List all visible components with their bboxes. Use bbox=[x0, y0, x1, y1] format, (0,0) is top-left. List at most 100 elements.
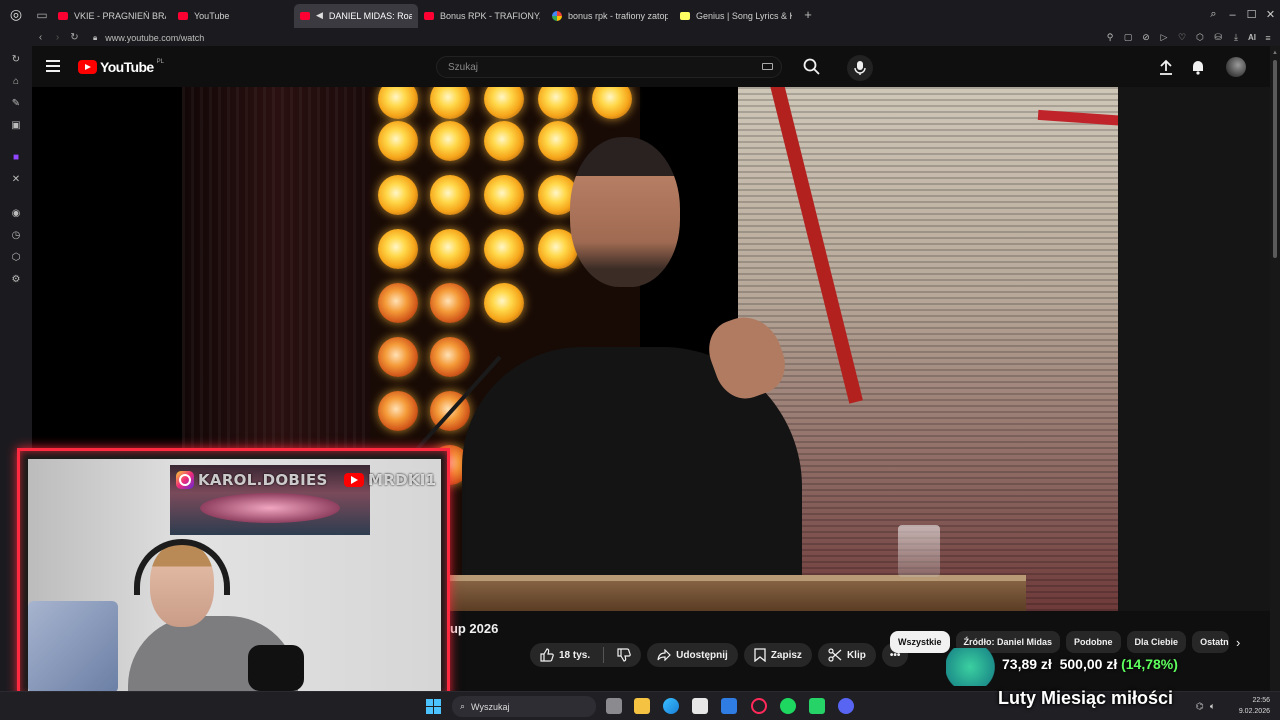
speed-dial-icon[interactable]: ↻ bbox=[10, 54, 22, 66]
youtube-handle: MRDKI1 bbox=[368, 471, 437, 489]
minimize-icon[interactable]: – bbox=[1223, 9, 1242, 21]
donation-amount: 73,89 zł bbox=[1002, 656, 1052, 672]
url-text: www.youtube.com/watch bbox=[105, 32, 205, 43]
notifications-button[interactable] bbox=[1189, 58, 1207, 76]
outlook-icon[interactable] bbox=[721, 698, 737, 714]
search-button[interactable] bbox=[802, 57, 822, 77]
upload-button[interactable] bbox=[1157, 58, 1175, 76]
bookmark-icon bbox=[754, 648, 766, 662]
opera-menu-icon[interactable]: ◎ bbox=[0, 0, 32, 29]
like-divider bbox=[603, 647, 605, 663]
microphone-icon bbox=[854, 61, 866, 75]
download-icon[interactable]: ⤓ bbox=[1230, 32, 1242, 43]
share-icon bbox=[657, 649, 671, 661]
forward-icon[interactable]: › bbox=[49, 32, 66, 43]
clip-label: Klip bbox=[846, 649, 866, 661]
page-scrollbar[interactable]: ▲ bbox=[1270, 46, 1280, 691]
like-button[interactable]: 18 tys. bbox=[530, 643, 642, 667]
browser-tab[interactable]: Genius | Song Lyrics & Kno bbox=[674, 4, 798, 28]
mail-icon[interactable]: ▣ bbox=[10, 120, 22, 132]
browser-tab[interactable]: YouTube bbox=[172, 4, 294, 28]
search-input[interactable]: Szukaj bbox=[436, 56, 782, 78]
url-field[interactable]: 🔒︎ www.youtube.com/watch bbox=[93, 33, 204, 43]
player-sidebar-icon[interactable]: ◉ bbox=[10, 208, 22, 220]
save-label: Zapisz bbox=[770, 649, 802, 661]
scroll-up-icon[interactable]: ▲ bbox=[1272, 50, 1278, 56]
store-icon[interactable] bbox=[692, 698, 708, 714]
adblock-icon[interactable]: ⊘ bbox=[1140, 32, 1152, 43]
youtube-logo[interactable]: YouTube PL bbox=[78, 59, 164, 75]
settings-icon[interactable]: ⚙ bbox=[10, 274, 22, 286]
chevron-right-icon[interactable]: › bbox=[1236, 635, 1240, 650]
stage-dark-area bbox=[1118, 87, 1270, 611]
player-icon[interactable]: ▷ bbox=[1158, 32, 1170, 43]
search-icon bbox=[803, 58, 820, 75]
youtube-favicon-icon bbox=[58, 11, 68, 20]
aria-icon[interactable]: ⌂ bbox=[10, 76, 22, 88]
back-icon[interactable]: ‹ bbox=[32, 32, 49, 43]
youtube-play-icon bbox=[78, 60, 97, 74]
save-button[interactable]: Zapisz bbox=[743, 643, 812, 667]
volume-icon[interactable]: 🔈︎ bbox=[1210, 701, 1215, 712]
keyboard-icon[interactable] bbox=[762, 63, 773, 70]
hamburger-menu-icon[interactable] bbox=[46, 60, 60, 72]
browser-tab[interactable]: bonus rpk - trafiony zatop bbox=[546, 4, 674, 28]
address-bar: ‹ › ↻ 🔒︎ www.youtube.com/watch ⚲ ▢ ⊘ ▷ ♡… bbox=[0, 29, 1280, 46]
youtube-favicon-icon bbox=[300, 11, 310, 20]
windows-start-icon[interactable] bbox=[426, 699, 441, 714]
spotify-icon[interactable] bbox=[780, 698, 796, 714]
x-twitter-icon[interactable]: ✕ bbox=[10, 174, 22, 186]
opera-taskbar-icon[interactable] bbox=[751, 698, 767, 714]
upload-icon bbox=[1160, 59, 1172, 75]
thumbs-up-icon bbox=[540, 648, 554, 662]
youtube-favicon-icon bbox=[178, 11, 188, 20]
reload-icon[interactable]: ↻ bbox=[66, 32, 83, 43]
extensions-sidebar-icon[interactable]: ⬡ bbox=[10, 252, 22, 264]
avatar[interactable] bbox=[1226, 57, 1246, 77]
new-tab-icon[interactable]: + bbox=[798, 3, 818, 27]
file-explorer-icon[interactable] bbox=[634, 698, 650, 714]
aria-ai-button[interactable]: AI bbox=[1248, 33, 1256, 42]
scrollbar-thumb[interactable] bbox=[1273, 60, 1277, 258]
maximize-icon[interactable]: ☐ bbox=[1242, 8, 1261, 21]
taskbar-search-input[interactable]: ⌕ Wyszukaj bbox=[452, 696, 596, 717]
chip-recent[interactable]: Ostatn bbox=[1192, 631, 1229, 653]
clip-button[interactable]: Klip bbox=[817, 643, 876, 667]
edge-icon[interactable] bbox=[663, 698, 679, 714]
youtube-icon bbox=[344, 473, 364, 487]
history-icon[interactable]: ◷ bbox=[10, 230, 22, 242]
pin-icon[interactable]: ⚲ bbox=[1104, 32, 1116, 43]
donation-percent: (14,78%) bbox=[1121, 656, 1178, 672]
search-tabs-icon[interactable]: ⌕ bbox=[1204, 8, 1223, 21]
menu-icon[interactable]: ≡ bbox=[1262, 33, 1274, 43]
browser-tab[interactable]: VKIE - PRAGNIEŃ BRAK (p bbox=[52, 4, 172, 28]
chip-all[interactable]: Wszystkie bbox=[890, 631, 950, 653]
close-icon[interactable]: ✕ bbox=[1261, 8, 1280, 21]
notes-icon[interactable]: ✎ bbox=[10, 98, 22, 110]
extensions-icon[interactable]: ⬡ bbox=[1194, 32, 1206, 43]
bell-icon bbox=[1193, 61, 1203, 75]
speaker-person bbox=[462, 137, 802, 611]
thumbs-down-icon[interactable] bbox=[617, 648, 631, 662]
browser-tab[interactable]: Bonus RPK - TRAFIONY, Z bbox=[418, 4, 546, 28]
task-view-icon[interactable] bbox=[606, 698, 622, 714]
discord-icon[interactable] bbox=[838, 698, 854, 714]
donation-goal-overlay: 73,89 zł 500,00 zł (14,78%) bbox=[946, 644, 1194, 686]
app-icon[interactable] bbox=[809, 698, 825, 714]
taskbar-clock[interactable]: 22:56 9.02.2026 bbox=[1239, 695, 1270, 717]
tab-overview-icon[interactable]: ▭ bbox=[32, 0, 52, 29]
twitch-icon[interactable]: ■ bbox=[10, 152, 22, 164]
genius-favicon-icon bbox=[680, 11, 690, 20]
promo-banner-text: Luty Miesiąc miłości bbox=[998, 688, 1174, 708]
snapshot-icon[interactable]: ▢ bbox=[1122, 32, 1134, 43]
donation-graphic bbox=[946, 648, 1006, 686]
speaker-icon[interactable]: ◀︎ bbox=[316, 10, 323, 21]
voice-search-button[interactable] bbox=[847, 55, 873, 81]
wallet-icon[interactable]: ⛁ bbox=[1212, 32, 1224, 43]
browser-tab-active[interactable]: ◀︎ DANIEL MIDAS: Roast bbox=[294, 3, 418, 28]
network-icon[interactable]: ⌬ bbox=[1196, 701, 1204, 712]
share-button[interactable]: Udostępnij bbox=[647, 643, 738, 667]
taskbar-search-placeholder: Wyszukaj bbox=[471, 701, 510, 712]
heart-icon[interactable]: ♡ bbox=[1176, 32, 1188, 43]
youtube-header: YouTube PL Szukaj bbox=[32, 46, 1270, 88]
